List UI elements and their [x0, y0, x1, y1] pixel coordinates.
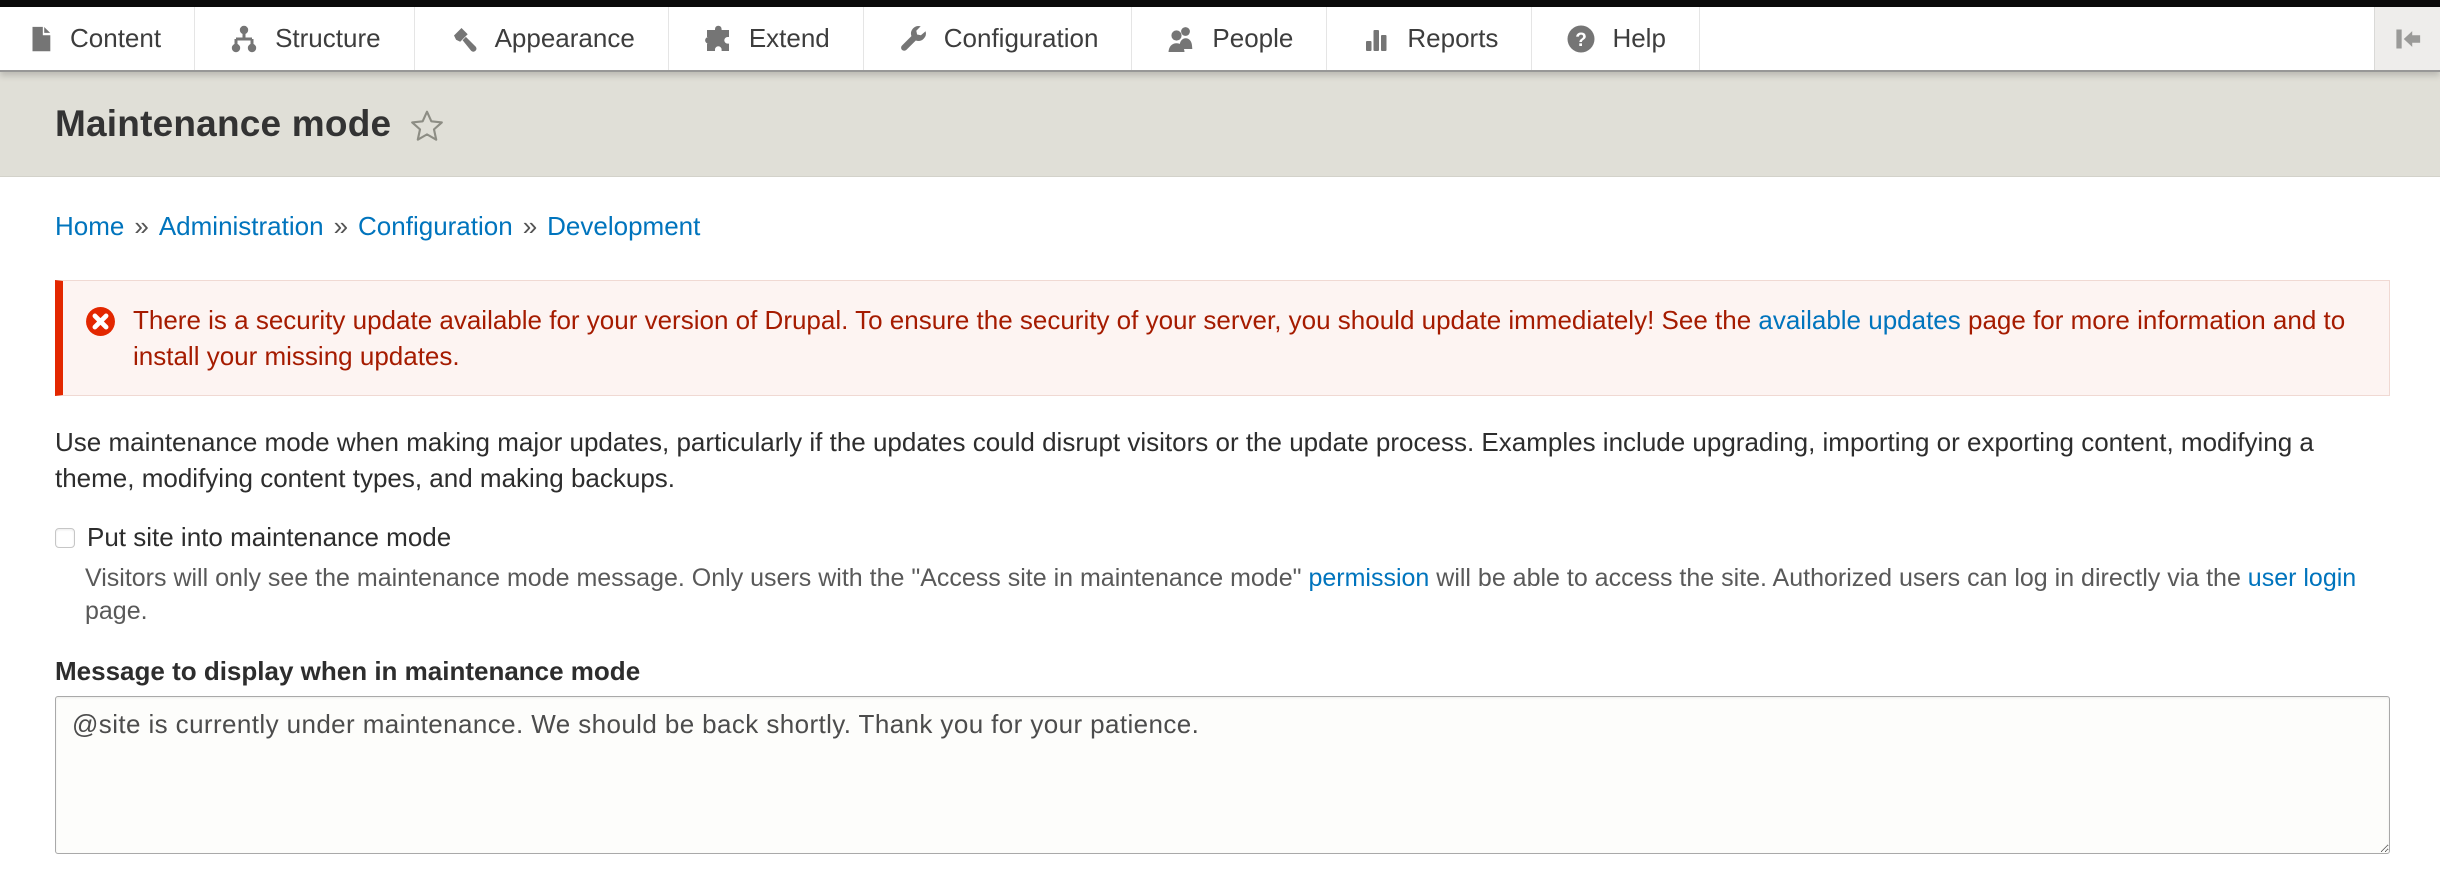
user-login-link[interactable]: user login: [2248, 564, 2356, 592]
maintenance-message-textarea[interactable]: @site is currently under maintenance. We…: [55, 696, 2390, 854]
paintbrush-icon: [448, 23, 480, 55]
people-icon: [1165, 23, 1197, 55]
breadcrumb-link-home[interactable]: Home: [55, 211, 124, 241]
toolbar-item-appearance[interactable]: Appearance: [415, 7, 669, 70]
puzzle-icon: [702, 23, 734, 55]
description-text: page.: [85, 597, 148, 625]
toolbar-item-people[interactable]: People: [1132, 7, 1327, 70]
intro-text: Use maintenance mode when making major u…: [55, 424, 2390, 496]
permission-link[interactable]: permission: [1308, 564, 1429, 592]
toolbar-orientation-toggle[interactable]: [2374, 7, 2440, 70]
toolbar-item-extend[interactable]: Extend: [669, 7, 864, 70]
star-outline-icon: [409, 108, 445, 144]
file-icon: [25, 23, 55, 55]
message-field-label: Message to display when in maintenance m…: [55, 656, 2390, 687]
help-icon: ?: [1565, 23, 1597, 55]
available-updates-link[interactable]: available updates: [1758, 305, 1960, 335]
admin-toolbar: Content Structure Appearance Extend Conf…: [0, 7, 2440, 72]
breadcrumb-link-development[interactable]: Development: [547, 211, 700, 241]
toolbar-item-label: Configuration: [944, 23, 1099, 54]
favorite-toggle[interactable]: [409, 108, 445, 144]
maintenance-mode-checkbox[interactable]: [55, 528, 75, 548]
toolbar-item-label: Structure: [275, 23, 381, 54]
toolbar-item-structure[interactable]: Structure: [195, 7, 415, 70]
toolbar-item-label: Help: [1612, 23, 1665, 54]
description-text: Visitors will only see the maintenance m…: [85, 564, 1308, 592]
breadcrumb-separator: »: [523, 211, 537, 241]
error-message-text: There is a security update available for…: [133, 302, 2363, 374]
toolbar-item-label: Reports: [1407, 23, 1498, 54]
main-content: Home » Administration » Configuration » Develo…: [0, 177, 2440, 876]
toolbar-item-label: Extend: [749, 23, 830, 54]
toolbar-item-configuration[interactable]: Configuration: [864, 7, 1133, 70]
toolbar-item-label: Content: [70, 23, 161, 54]
toolbar-item-label: People: [1212, 23, 1293, 54]
toolbar-item-label: Appearance: [495, 23, 635, 54]
description-text: will be able to access the site. Authori…: [1429, 564, 2247, 592]
error-message-box: There is a security update available for…: [55, 280, 2390, 396]
wrench-icon: [897, 23, 929, 55]
toolbar-item-content[interactable]: Content: [0, 7, 195, 70]
collapse-left-icon: [2389, 20, 2427, 58]
svg-text:?: ?: [1576, 30, 1588, 51]
page-title: Maintenance mode: [55, 103, 391, 145]
breadcrumb-separator: »: [134, 211, 148, 241]
breadcrumb-link-administration[interactable]: Administration: [159, 211, 324, 241]
checkbox-description: Visitors will only see the maintenance m…: [85, 562, 2390, 628]
error-circle-x-icon: [85, 306, 116, 337]
breadcrumb: Home » Administration » Configuration » Develo…: [55, 211, 2390, 242]
error-text-before: There is a security update available for…: [133, 305, 1758, 335]
breadcrumb-separator: »: [334, 211, 348, 241]
toolbar-item-help[interactable]: ? Help: [1532, 7, 1699, 70]
page-header: Maintenance mode: [0, 72, 2440, 177]
toolbar-spacer: [1700, 7, 2374, 70]
breadcrumb-link-configuration[interactable]: Configuration: [358, 211, 513, 241]
toolbar-item-reports[interactable]: Reports: [1327, 7, 1532, 70]
admin-top-bar: [0, 0, 2440, 7]
maintenance-mode-checkbox-label: Put site into maintenance mode: [87, 522, 451, 553]
sitemap-icon: [228, 23, 260, 55]
maintenance-mode-checkbox-row[interactable]: Put site into maintenance mode: [55, 522, 451, 553]
bar-chart-icon: [1360, 23, 1392, 55]
